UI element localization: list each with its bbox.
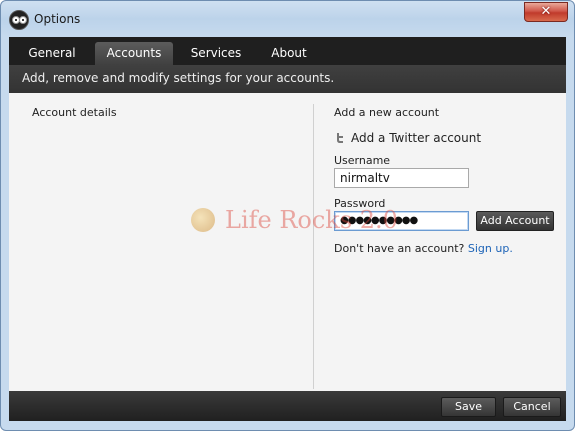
accounts-panel: Account details Add a new account Add a … — [9, 93, 566, 391]
add-twitter-account-label: Add a Twitter account — [351, 131, 482, 145]
account-details-heading: Account details — [32, 106, 117, 119]
footer-bar: Save Cancel — [9, 391, 566, 421]
watermark-text: Life Rocks 2.0 — [225, 206, 398, 234]
tab-accounts[interactable]: Accounts — [95, 42, 173, 65]
window-title: Options — [34, 12, 81, 26]
close-button[interactable]: ✕ — [524, 2, 568, 22]
globe-icon — [191, 208, 215, 232]
tab-about[interactable]: About — [259, 42, 319, 65]
signup-prompt-text: Don't have an account? — [334, 242, 465, 255]
app-owl-icon — [9, 10, 29, 30]
cancel-button[interactable]: Cancel — [503, 397, 561, 417]
tab-bar: General Accounts Services About — [9, 37, 566, 65]
title-bar[interactable]: Options ✕ — [1, 1, 574, 35]
add-account-button[interactable]: Add Account — [476, 211, 554, 231]
panel-divider — [313, 104, 314, 389]
tab-description: Add, remove and modify settings for your… — [9, 65, 566, 93]
watermark: Life Rocks 2.0 — [191, 206, 401, 240]
signup-link[interactable]: Sign up. — [468, 242, 513, 255]
twitter-icon — [337, 133, 343, 143]
save-button[interactable]: Save — [441, 397, 496, 417]
add-account-heading: Add a new account — [334, 106, 440, 119]
username-label: Username — [334, 154, 391, 167]
tab-services[interactable]: Services — [173, 42, 259, 65]
options-window: Options ✕ General Accounts Services Abou… — [0, 0, 575, 431]
tab-general[interactable]: General — [9, 42, 95, 65]
signup-prompt: Don't have an account? Sign up. — [334, 242, 513, 255]
username-field[interactable]: nirmaltv — [334, 168, 469, 188]
